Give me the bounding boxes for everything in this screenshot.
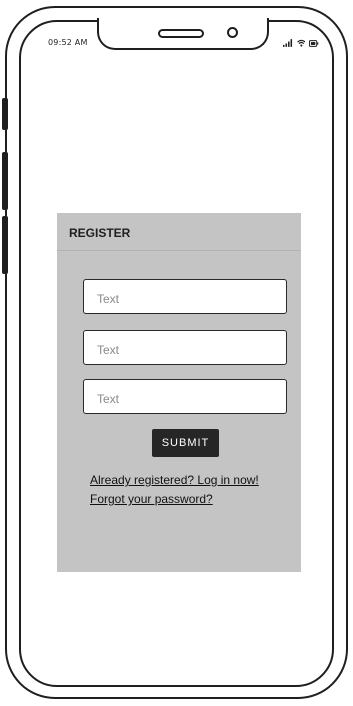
text-field-3[interactable]: Text (83, 379, 287, 414)
phone-side-button-middle (2, 152, 8, 210)
submit-button[interactable]: SUBMIT (152, 429, 219, 457)
status-time: 09:52 AM (48, 38, 88, 47)
battery-icon (309, 39, 319, 47)
text-field-1[interactable]: Text (83, 279, 287, 314)
page-title: REGISTER (69, 226, 131, 240)
register-panel: REGISTER Text Text Text SUBMIT Already r… (57, 213, 301, 572)
text-field-2[interactable]: Text (83, 330, 287, 365)
title-divider (57, 250, 301, 251)
forgot-password-link[interactable]: Forgot your password? (90, 492, 213, 506)
login-link[interactable]: Already registered? Log in now! (90, 473, 259, 487)
status-icons (283, 37, 319, 49)
phone-side-button-top (2, 98, 8, 130)
speaker-icon (158, 29, 204, 38)
signal-icon (283, 39, 293, 47)
phone-side-button-bottom (2, 216, 8, 274)
camera-icon (227, 27, 238, 38)
wifi-icon (296, 39, 306, 47)
